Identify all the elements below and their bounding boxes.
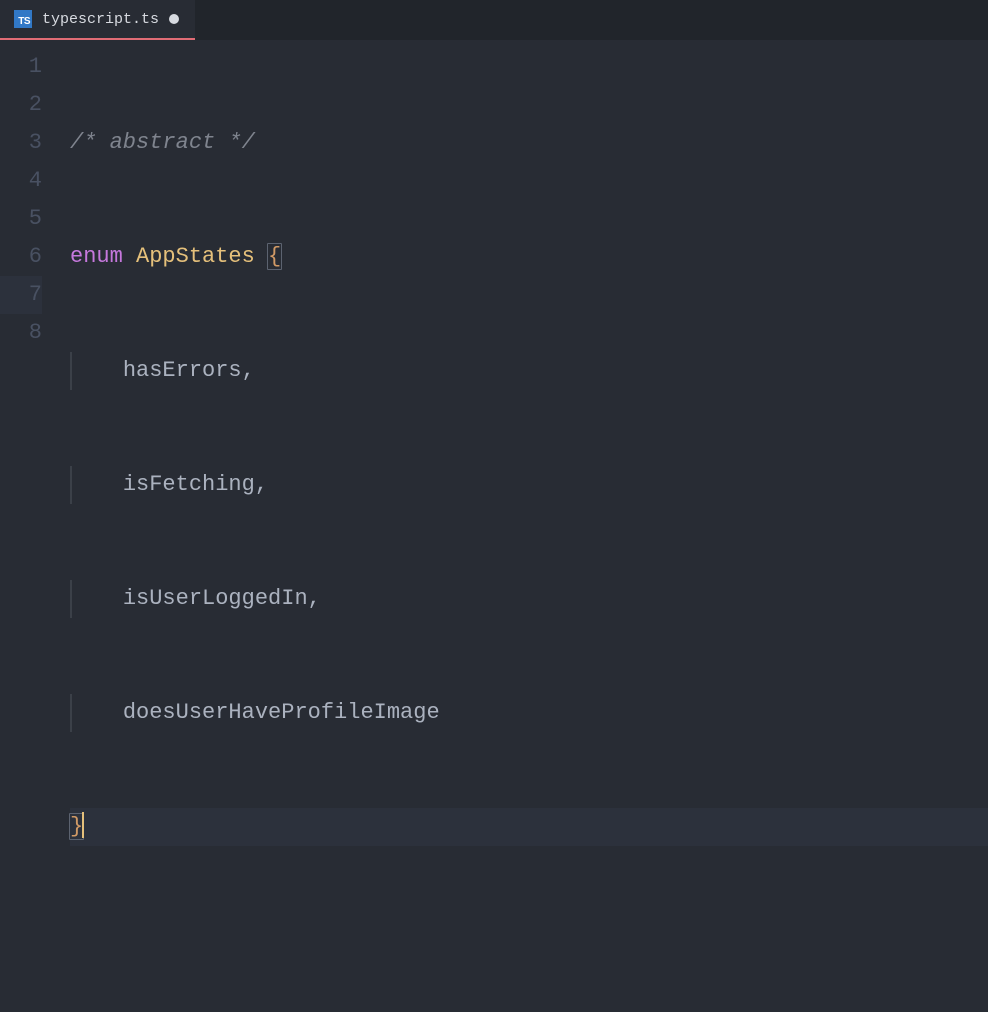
- token-comment: /* abstract */: [70, 130, 255, 155]
- typescript-icon: TS: [14, 10, 32, 28]
- tab-bar: TS typescript.ts: [0, 0, 988, 40]
- code-line: isFetching,: [70, 466, 988, 504]
- token-identifier: isUserLoggedIn: [123, 586, 308, 611]
- code-line-active: }: [70, 808, 988, 846]
- dirty-indicator-icon: [169, 14, 179, 24]
- code-area[interactable]: /* abstract */ enum AppStates { hasError…: [70, 48, 988, 1012]
- line-number: 4: [0, 162, 42, 200]
- token-class: AppStates: [136, 244, 255, 269]
- tab-typescript[interactable]: TS typescript.ts: [0, 0, 195, 40]
- gutter: 1 2 3 4 5 6 7 8: [0, 48, 70, 1012]
- line-number: 1: [0, 48, 42, 86]
- line-number: 8: [0, 314, 42, 352]
- code-line: enum AppStates {: [70, 238, 988, 276]
- token-identifier: hasErrors: [123, 358, 242, 383]
- editor: 1 2 3 4 5 6 7 8 /* abstract */ enum AppS…: [0, 40, 988, 1012]
- line-number-active: 7: [0, 276, 42, 314]
- token-identifier: doesUserHaveProfileImage: [123, 700, 440, 725]
- tab-filename: typescript.ts: [42, 11, 159, 28]
- cursor: [82, 812, 84, 838]
- token-identifier: isFetching: [123, 472, 255, 497]
- token-punct: ,: [255, 472, 268, 497]
- line-number: 3: [0, 124, 42, 162]
- line-number: 2: [0, 86, 42, 124]
- code-line: hasErrors,: [70, 352, 988, 390]
- code-line: doesUserHaveProfileImage: [70, 694, 988, 732]
- code-line: [70, 922, 988, 960]
- token-brace: {: [267, 243, 282, 270]
- line-number: 6: [0, 238, 42, 276]
- code-line: /* abstract */: [70, 124, 988, 162]
- token-keyword: enum: [70, 244, 123, 269]
- token-punct: ,: [308, 586, 321, 611]
- token-punct: ,: [242, 358, 255, 383]
- line-number: 5: [0, 200, 42, 238]
- code-line: isUserLoggedIn,: [70, 580, 988, 618]
